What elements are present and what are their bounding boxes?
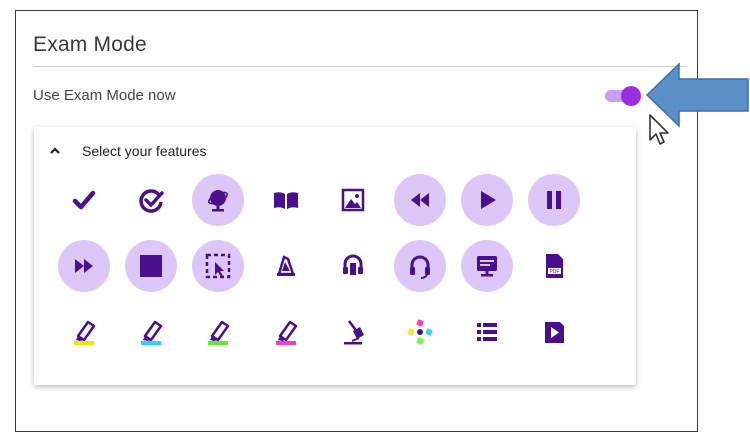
title-divider: [33, 66, 686, 67]
highlighter-cyan-icon: [141, 320, 163, 345]
globe-icon: [208, 190, 229, 212]
feature-toggle-play[interactable]: [461, 174, 514, 226]
clear-highlights-icon: [343, 320, 364, 345]
highlighter-green-icon: [208, 320, 230, 345]
feature-toggle-picture[interactable]: [327, 174, 379, 226]
feature-toggle-collect-highlights[interactable]: [394, 306, 446, 358]
feature-toggle-book[interactable]: [260, 174, 312, 226]
feature-toggle-highlighter-green[interactable]: [192, 306, 244, 358]
feature-toggle-highlighter-cyan[interactable]: [125, 306, 177, 358]
stop-icon: [140, 255, 163, 277]
pause-icon: [547, 191, 562, 209]
feature-toggle-headphones[interactable]: [394, 240, 446, 292]
highlighter-yellow-icon: [74, 320, 96, 345]
feature-toggle-check-circle[interactable]: [125, 174, 177, 226]
chevron-up-icon: [50, 147, 60, 154]
feature-toggle-highlighter-yellow[interactable]: [58, 306, 110, 358]
features-panel-title: Select your features: [82, 143, 207, 159]
book-icon: [273, 192, 298, 209]
feature-toggle-screen-monitor[interactable]: [461, 240, 514, 292]
exam-mode-toggle-label: Use Exam Mode now: [33, 87, 176, 104]
svg-text:PDF: PDF: [550, 269, 560, 275]
feature-toggle-clear-highlights[interactable]: [327, 306, 379, 358]
highlighter-pink-icon: [275, 320, 297, 345]
rewind-icon: [411, 193, 429, 207]
play-box-icon: [545, 322, 565, 343]
page-title: Exam Mode: [33, 33, 147, 56]
checkmark-icon: [72, 190, 96, 210]
select-cursor-icon: [206, 253, 231, 279]
feature-toggle-stop[interactable]: [125, 240, 178, 292]
list-icon: [477, 323, 498, 341]
feature-toggle-fast-forward[interactable]: [58, 240, 110, 292]
feature-toggle-highlighter-pink[interactable]: [260, 306, 312, 358]
feature-toggle-pause[interactable]: [528, 174, 581, 226]
feature-toggle-practice-reader[interactable]: [260, 240, 312, 292]
play-icon: [481, 191, 497, 209]
audio-maker-icon: [342, 254, 363, 275]
feature-toggle-audio-maker[interactable]: [327, 240, 379, 292]
headphones-icon: [410, 255, 430, 279]
picture-icon: [341, 188, 365, 212]
check-circle-icon: [139, 189, 164, 213]
features-collapse-header[interactable]: Select your features: [48, 143, 207, 159]
features-panel: Select your features PDF: [34, 127, 636, 385]
feature-toggle-play-box[interactable]: [528, 306, 580, 358]
feature-toggle-globe[interactable]: [192, 174, 245, 226]
mouse-pointer-icon: [649, 114, 669, 145]
fast-forward-icon: [75, 259, 93, 273]
screen-monitor-icon: [477, 256, 498, 277]
toggle-knob: [621, 86, 641, 106]
pdf-icon: PDF: [546, 254, 564, 278]
feature-toggle-rewind[interactable]: [394, 174, 446, 226]
practice-reader-icon: [276, 255, 295, 276]
feature-toggle-list[interactable]: [461, 306, 513, 358]
feature-toggle-pdf[interactable]: PDF: [528, 240, 580, 292]
exam-mode-toggle[interactable]: [603, 84, 643, 108]
feature-toggle-checkmark[interactable]: [58, 174, 110, 226]
collect-highlights-icon: [407, 319, 433, 345]
feature-toggle-select-cursor[interactable]: [192, 240, 245, 292]
